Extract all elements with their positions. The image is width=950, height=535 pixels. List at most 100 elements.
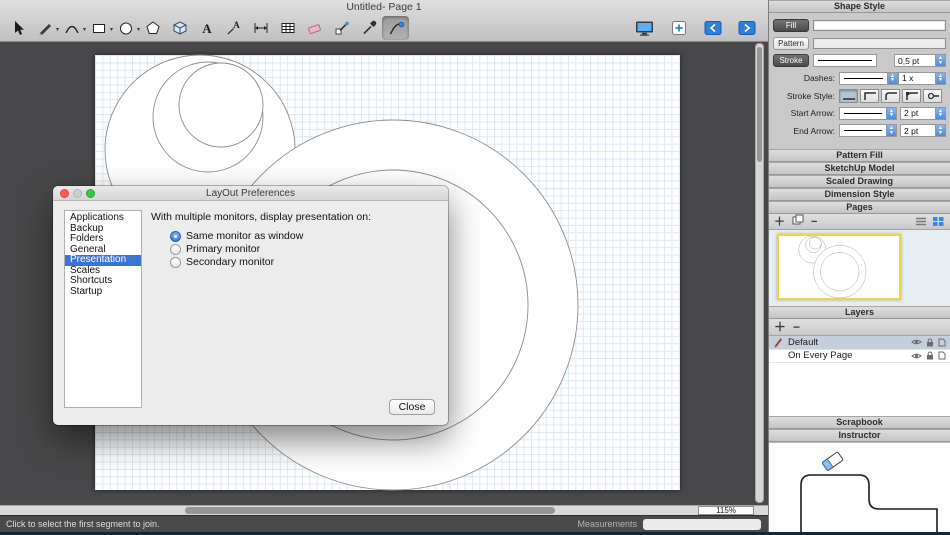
zoom-window-button[interactable] bbox=[86, 189, 95, 198]
pattern-button[interactable]: Pattern bbox=[773, 37, 809, 50]
arc-tool[interactable]: ▾ bbox=[58, 16, 85, 40]
end-arrow-select[interactable]: ▲▼ bbox=[839, 124, 897, 137]
layers-header[interactable]: Layers bbox=[769, 306, 950, 319]
option-same-monitor[interactable]: Same monitor as window bbox=[170, 230, 303, 242]
radio-off-icon[interactable] bbox=[170, 244, 181, 255]
stroke-width-value: 0,5 pt bbox=[895, 56, 935, 66]
dashes-select[interactable]: ▲▼ bbox=[839, 72, 898, 85]
stepper-icon[interactable]: ▲▼ bbox=[935, 124, 945, 137]
end-arrow-size-select[interactable]: 2 pt ▲▼ bbox=[900, 124, 946, 137]
layer-row-on-every-page[interactable]: On Every Page bbox=[769, 350, 950, 364]
circle-tool[interactable]: ▾ bbox=[112, 16, 139, 40]
share-layer-icon[interactable] bbox=[938, 338, 946, 347]
list-view-icon[interactable] bbox=[915, 217, 927, 226]
stroke-style-straight-button[interactable] bbox=[839, 89, 858, 103]
fill-color-swatch[interactable] bbox=[813, 20, 946, 31]
close-window-button[interactable] bbox=[60, 189, 69, 198]
visibility-eye-icon[interactable] bbox=[911, 338, 922, 346]
circle-icon bbox=[117, 19, 135, 37]
stepper-icon[interactable]: ▲▼ bbox=[935, 72, 945, 85]
shape-style-panel: Fill Pattern Stroke 0,5 pt ▲▼ Dashes: ▲▼… bbox=[769, 13, 950, 149]
dialog-titlebar[interactable]: LayOut Preferences bbox=[53, 186, 448, 201]
radio-on-icon[interactable] bbox=[170, 231, 181, 242]
instructor-header[interactable]: Instructor bbox=[769, 429, 950, 442]
layer-row-default[interactable]: Default bbox=[769, 336, 950, 350]
close-button[interactable]: Close bbox=[389, 399, 435, 415]
measurements-input[interactable] bbox=[643, 519, 761, 530]
lock-icon[interactable] bbox=[926, 351, 934, 360]
presentation-button[interactable] bbox=[631, 16, 658, 40]
add-layer-icon[interactable]: ＋ bbox=[774, 320, 786, 335]
visibility-eye-icon[interactable] bbox=[911, 352, 922, 360]
stroke-button[interactable]: Stroke bbox=[773, 54, 809, 67]
stepper-icon[interactable]: ▲▼ bbox=[886, 124, 896, 137]
stroke-style-round-button[interactable] bbox=[881, 89, 900, 103]
page-thumbnail[interactable] bbox=[777, 234, 901, 300]
stroke-style-bevel-button[interactable] bbox=[902, 89, 921, 103]
scrapbook-header[interactable]: Scrapbook bbox=[769, 416, 950, 429]
style-tool[interactable] bbox=[328, 16, 355, 40]
add-page-button[interactable] bbox=[665, 16, 692, 40]
join-tool[interactable] bbox=[382, 16, 409, 40]
table-tool[interactable] bbox=[274, 16, 301, 40]
delete-layer-icon[interactable]: − bbox=[793, 320, 800, 335]
shape-style-header[interactable]: Shape Style bbox=[769, 0, 950, 13]
polygon-tool[interactable] bbox=[139, 16, 166, 40]
rectangle-icon bbox=[90, 19, 108, 37]
stepper-icon[interactable]: ▲▼ bbox=[935, 54, 945, 67]
eyedropper-tool[interactable] bbox=[355, 16, 382, 40]
stroke-color-picker[interactable] bbox=[813, 54, 877, 67]
stroke-style-miter-button[interactable] bbox=[860, 89, 879, 103]
option-secondary-monitor[interactable]: Secondary monitor bbox=[170, 256, 274, 268]
label-tool[interactable]: A bbox=[220, 16, 247, 40]
stepper-icon[interactable]: ▲▼ bbox=[886, 107, 896, 120]
dimension-style-header[interactable]: Dimension Style bbox=[769, 188, 950, 201]
category-startup[interactable]: Startup bbox=[65, 287, 141, 298]
duplicate-page-icon[interactable] bbox=[792, 214, 804, 229]
eraser-tool[interactable] bbox=[301, 16, 328, 40]
stepper-icon[interactable]: ▲▼ bbox=[935, 107, 945, 120]
pattern-swatch[interactable] bbox=[813, 38, 946, 49]
sketchup-model-tool[interactable] bbox=[166, 16, 193, 40]
pages-header[interactable]: Pages bbox=[769, 201, 950, 214]
layout-window: Untitled- Page 1 ▾ ▾ ▾ ▾ bbox=[0, 0, 950, 535]
delete-page-icon[interactable]: − bbox=[811, 215, 817, 229]
previous-page-button[interactable] bbox=[699, 16, 726, 40]
add-page-icon[interactable]: ＋ bbox=[774, 215, 785, 229]
stepper-icon[interactable]: ▲▼ bbox=[887, 72, 897, 85]
category-applications[interactable]: Applications bbox=[65, 213, 141, 224]
vertical-scrollbar[interactable] bbox=[755, 43, 764, 503]
sketchup-model-header[interactable]: SketchUp Model bbox=[769, 162, 950, 175]
stroke-style-cap-button[interactable] bbox=[923, 89, 942, 103]
scaled-drawing-header[interactable]: Scaled Drawing bbox=[769, 175, 950, 188]
category-presentation[interactable]: Presentation bbox=[65, 255, 141, 266]
rectangle-tool[interactable]: ▾ bbox=[85, 16, 112, 40]
category-shortcuts[interactable]: Shortcuts bbox=[65, 276, 141, 287]
vertical-scrollbar-thumb[interactable] bbox=[757, 47, 762, 162]
zoom-selector[interactable]: 115% bbox=[698, 506, 754, 515]
fill-button[interactable]: Fill bbox=[773, 19, 809, 32]
titlebar[interactable]: Untitled- Page 1 bbox=[0, 0, 768, 14]
next-page-button[interactable] bbox=[733, 16, 760, 40]
radio-off-icon[interactable] bbox=[170, 257, 181, 268]
share-layer-icon[interactable] bbox=[938, 351, 946, 360]
text-tool[interactable]: A bbox=[193, 16, 220, 40]
dimension-tool[interactable] bbox=[247, 16, 274, 40]
dialog-title: LayOut Preferences bbox=[206, 188, 295, 199]
pattern-fill-header[interactable]: Pattern Fill bbox=[769, 149, 950, 162]
horizontal-scrollbar-thumb[interactable] bbox=[185, 507, 555, 514]
dash-scale-select[interactable]: 1 x ▲▼ bbox=[898, 72, 946, 85]
start-arrow-select[interactable]: ▲▼ bbox=[839, 107, 897, 120]
horizontal-scrollbar[interactable]: 115% bbox=[0, 505, 768, 515]
pencil-icon bbox=[36, 19, 54, 37]
option-primary-monitor[interactable]: Primary monitor bbox=[170, 243, 260, 255]
stroke-width-select[interactable]: 0,5 pt ▲▼ bbox=[894, 54, 946, 67]
grid-view-icon[interactable] bbox=[932, 216, 945, 227]
lock-icon[interactable] bbox=[926, 338, 934, 347]
start-arrow-size-select[interactable]: 2 pt ▲▼ bbox=[900, 107, 946, 120]
line-tool[interactable]: ▾ bbox=[31, 16, 58, 40]
category-folders[interactable]: Folders bbox=[65, 234, 141, 245]
option-label: Secondary monitor bbox=[186, 256, 274, 268]
minimize-window-button[interactable] bbox=[73, 189, 82, 198]
select-tool[interactable] bbox=[4, 16, 31, 40]
